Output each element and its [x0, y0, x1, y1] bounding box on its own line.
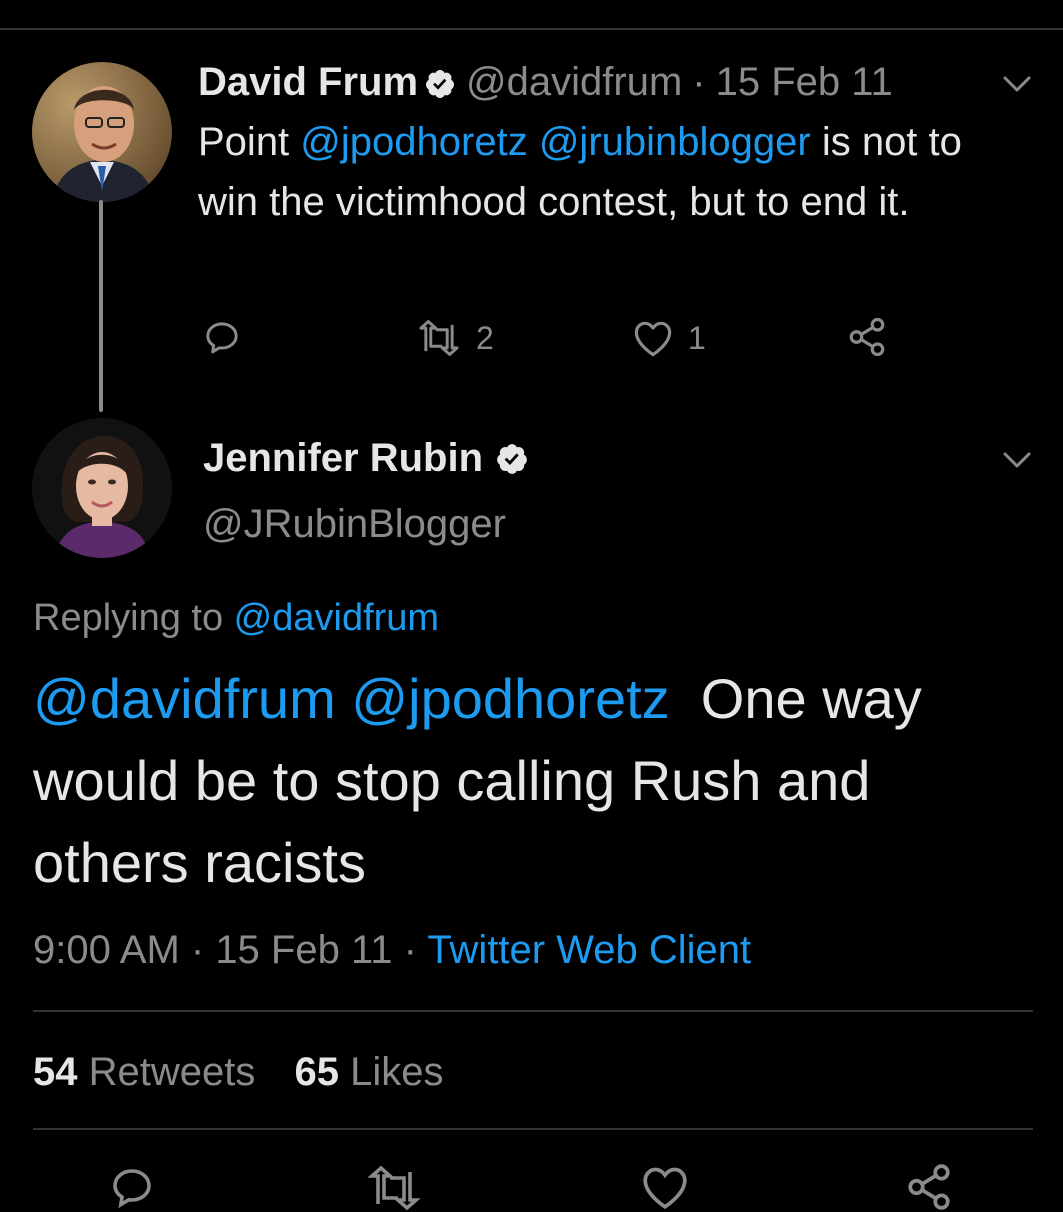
replying-to-label: Replying to: [33, 597, 234, 639]
tweet2-date[interactable]: 15 Feb 11: [215, 928, 392, 972]
tweet2-retweet-button[interactable]: [366, 1164, 422, 1212]
heart-icon: [634, 321, 672, 357]
tweet2-mention-davidfrum[interactable]: @davidfrum: [33, 667, 336, 730]
likes-stat[interactable]: 65 Likes: [295, 1050, 444, 1094]
thread-line: [99, 200, 103, 412]
share-icon: [849, 317, 885, 357]
tweet2-name-row: Jennifer Rubin: [203, 430, 539, 491]
reply-icon: [113, 1169, 151, 1209]
stats-top-divider: [33, 1010, 1033, 1012]
tweet2-meta: 9:00 AM · 15 Feb 11 · Twitter Web Client: [33, 922, 751, 978]
tweet1-menu-chevron-down-icon[interactable]: [1002, 74, 1032, 99]
avatar-jennifer-rubin[interactable]: [32, 418, 172, 558]
tweet1-mention-jpodhoretz[interactable]: @jpodhoretz: [300, 120, 527, 164]
avatar-david-frum[interactable]: [32, 62, 172, 202]
tweet2-client-link[interactable]: Twitter Web Client: [427, 928, 751, 972]
retweets-label: Retweets: [88, 1050, 256, 1094]
tweet2-text: @davidfrum @jpodhoretz One way would be …: [33, 658, 1033, 904]
retweets-stat[interactable]: 54 Retweets: [33, 1050, 255, 1094]
tweet1-date[interactable]: 15 Feb 11: [716, 60, 893, 104]
tweet1-reply-button[interactable]: [202, 318, 242, 358]
tweet2-time[interactable]: 9:00 AM: [33, 928, 180, 972]
tweet2-meta-separator-2: ·: [392, 928, 428, 972]
verified-badge-icon: [495, 435, 529, 491]
likes-label: Likes: [350, 1050, 444, 1094]
tweet1-text-pre: Point: [198, 120, 301, 164]
tweet1-mention-jrubinblogger[interactable]: @jrubinblogger: [539, 120, 811, 164]
tweet1-share-button[interactable]: [846, 316, 888, 358]
retweet-icon: [367, 1165, 421, 1211]
tweet1-author-name[interactable]: David Frum: [198, 60, 418, 104]
stats-bottom-divider: [33, 1128, 1033, 1130]
tweet1-separator: ·: [692, 60, 706, 104]
reply-icon: [206, 322, 238, 354]
tweet2-handle[interactable]: @JRubinBlogger: [203, 496, 506, 552]
tweet2-mention-jpodhoretz[interactable]: @jpodhoretz: [351, 667, 669, 730]
tweet1-retweet-count: 2: [476, 319, 494, 356]
tweet2-reply-button[interactable]: [108, 1164, 156, 1212]
tweet2-meta-separator: ·: [179, 928, 216, 972]
replying-to: Replying to @davidfrum: [33, 590, 439, 646]
verified-badge-icon: [424, 59, 456, 115]
tweet2-like-button[interactable]: [640, 1164, 690, 1210]
retweet-icon: [419, 320, 459, 356]
tweet1-retweet-button[interactable]: 2: [416, 318, 494, 358]
retweets-count: 54: [33, 1050, 78, 1094]
tweet1-like-button[interactable]: 1: [632, 318, 706, 358]
tweet1-handle[interactable]: @davidfrum: [466, 60, 682, 104]
tweet2-menu-chevron-down-icon[interactable]: [1002, 450, 1032, 475]
share-icon: [908, 1164, 950, 1210]
top-divider: [0, 28, 1063, 30]
likes-count: 65: [294, 1050, 340, 1094]
tweet1-text: Point @jpodhoretz @jrubinblogger is not …: [198, 112, 1028, 232]
tweet1-like-count: 1: [688, 319, 706, 356]
tweet2-share-button[interactable]: [904, 1162, 954, 1212]
tweet1-header: David Frum @davidfrum · 15 Feb 11: [198, 54, 893, 115]
heart-icon: [643, 1167, 687, 1210]
replying-to-handle[interactable]: @davidfrum: [234, 597, 439, 639]
tweet2-stats: 54 Retweets 65 Likes: [33, 1044, 444, 1100]
tweet2-author-name[interactable]: Jennifer Rubin: [203, 436, 483, 480]
